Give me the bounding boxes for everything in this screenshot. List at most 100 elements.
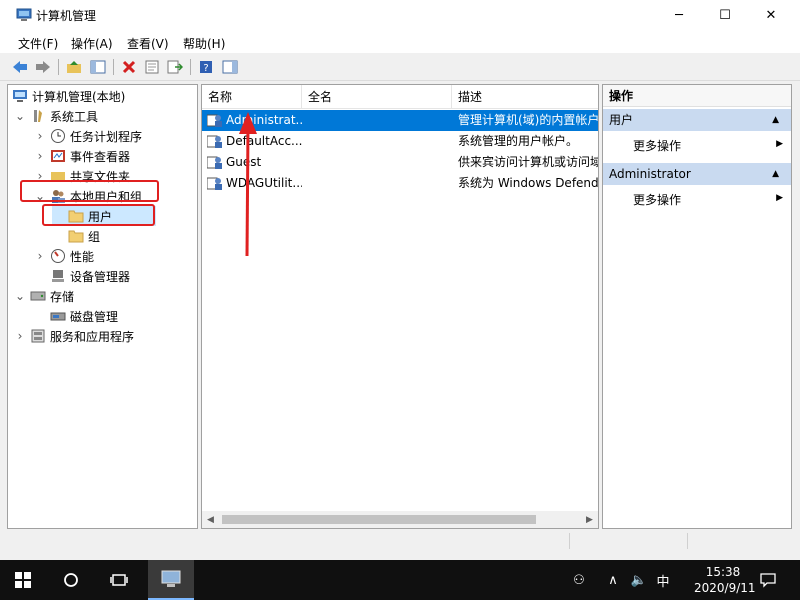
menu-action[interactable]: 操作(A): [71, 35, 113, 52]
toolbar-separator: [58, 59, 59, 75]
annotation-box-local-users-groups: [20, 180, 159, 202]
title-bar: 计算机管理 ─ ☐ ✕: [0, 0, 800, 31]
export-list-button[interactable]: [165, 57, 185, 77]
clock[interactable]: 15:38 2020/9/11: [694, 564, 756, 596]
computer-management-app-icon: [16, 8, 32, 21]
clock-time: 15:38: [705, 565, 741, 579]
menu-help[interactable]: 帮助(H): [183, 35, 225, 52]
more-actions-link[interactable]: 更多操作: [633, 137, 681, 154]
scrollbar-thumb[interactable]: [222, 515, 536, 524]
tree-item-services-apps[interactable]: › 服务和应用程序: [14, 326, 134, 346]
tree-label-device-manager: 设备管理器: [70, 269, 131, 284]
chevron-up-icon[interactable]: ∧: [602, 560, 624, 600]
cell-fullname: [307, 152, 447, 173]
cell-description: 系统管理的用户帐户。: [458, 134, 579, 148]
tree-item-root[interactable]: 计算机管理(本地): [12, 86, 125, 106]
horizontal-scrollbar[interactable]: ◀ ▶: [202, 511, 598, 528]
close-button[interactable]: ✕: [748, 0, 794, 31]
storage-icon: [30, 288, 46, 304]
tree-item-performance[interactable]: › 性能: [34, 246, 94, 266]
tree-item-device-manager[interactable]: 设备管理器: [50, 266, 130, 286]
taskbar-app-computer-management[interactable]: [148, 560, 194, 600]
list-row[interactable]: WDAGUtilit... 系统为 Windows Defend: [202, 173, 598, 194]
computer-management-screen: 计算机管理 ─ ☐ ✕ 文件(F) 操作(A) 查看(V) 帮助(H) ? 计算…: [0, 0, 800, 600]
column-header-fullname[interactable]: 全名: [302, 85, 452, 109]
disk-management-icon: [50, 308, 66, 324]
menu-file[interactable]: 文件(F): [18, 35, 58, 52]
show-hide-action-pane-button[interactable]: [220, 57, 240, 77]
delete-icon: [122, 60, 136, 74]
column-header-name[interactable]: 名称: [202, 85, 302, 109]
close-icon: ✕: [765, 8, 777, 23]
show-hide-tree-button[interactable]: [88, 57, 108, 77]
tree-item-task-scheduler[interactable]: › 任务计划程序: [34, 126, 142, 146]
notifications-button[interactable]: [746, 560, 790, 600]
help-button[interactable]: ?: [196, 57, 216, 77]
tree-label-root: 计算机管理(本地): [32, 89, 126, 104]
submenu-arrow-icon: ▶: [776, 193, 783, 203]
menu-view[interactable]: 查看(V): [127, 35, 169, 52]
actions-section-users[interactable]: 用户 ▲: [603, 109, 791, 131]
up-one-level-button[interactable]: [64, 57, 84, 77]
scroll-left-icon[interactable]: ◀: [202, 511, 219, 528]
task-view-button[interactable]: [96, 560, 142, 600]
chevron-right-icon[interactable]: ›: [34, 129, 46, 143]
search-button[interactable]: [48, 560, 94, 600]
minimize-icon: ─: [675, 8, 683, 23]
computer-management-app-icon: [161, 570, 181, 587]
forward-arrow-icon: [36, 61, 50, 73]
tree-item-system-tools[interactable]: ⌄ 系统工具: [14, 106, 98, 126]
toolbar: ?: [0, 53, 800, 81]
ime-indicator[interactable]: 中: [652, 560, 674, 600]
start-button[interactable]: [0, 560, 46, 600]
actions-title: 操作: [603, 85, 791, 107]
column-header-description[interactable]: 描述: [452, 85, 598, 109]
up-folder-icon: [67, 61, 81, 73]
status-divider: [687, 533, 688, 549]
back-button[interactable]: [10, 57, 30, 77]
chevron-down-icon[interactable]: ⌄: [14, 109, 26, 123]
window-title: 计算机管理: [36, 9, 97, 23]
forward-button[interactable]: [33, 57, 53, 77]
chevron-right-icon[interactable]: ›: [34, 249, 46, 263]
people-icon[interactable]: ⚇: [568, 560, 590, 600]
clock-icon: [50, 128, 66, 144]
tree-item-disk-management[interactable]: 磁盘管理: [50, 306, 118, 326]
annotation-arrow-icon: [239, 112, 257, 257]
chevron-down-icon[interactable]: ⌄: [14, 289, 26, 303]
volume-icon[interactable]: 🔈: [628, 560, 650, 600]
tree-label-disk-management: 磁盘管理: [70, 309, 119, 324]
more-actions-link[interactable]: 更多操作: [633, 191, 681, 208]
tree-item-storage[interactable]: ⌄ 存储: [14, 286, 74, 306]
list-row[interactable]: Administrat... 管理计算机(域)的内置帐户: [202, 110, 598, 131]
status-divider: [569, 533, 570, 549]
tree-label-task-scheduler: 任务计划程序: [70, 129, 143, 144]
properties-button[interactable]: [142, 57, 162, 77]
list-row[interactable]: Guest 供来宾访问计算机或访问域: [202, 152, 598, 173]
tree-label-services-apps: 服务和应用程序: [50, 329, 135, 344]
folder-icon: [68, 228, 84, 244]
actions-section-administrator[interactable]: Administrator ▲: [603, 163, 791, 185]
submenu-arrow-icon: ▶: [776, 139, 783, 149]
show-hide-tree-icon: [90, 60, 106, 74]
maximize-button[interactable]: ☐: [702, 0, 748, 31]
list-row[interactable]: DefaultAcc... 系统管理的用户帐户。: [202, 131, 598, 152]
collapse-up-icon[interactable]: ▲: [772, 109, 779, 131]
collapse-up-icon[interactable]: ▲: [772, 163, 779, 185]
chevron-right-icon[interactable]: ›: [34, 149, 46, 163]
cell-description: 供来宾访问计算机或访问域: [458, 155, 598, 169]
tree-label-performance: 性能: [70, 249, 95, 264]
minimize-button[interactable]: ─: [656, 0, 702, 31]
tree-label-storage: 存储: [50, 289, 75, 304]
scroll-right-icon[interactable]: ▶: [581, 511, 598, 528]
tree-item-groups[interactable]: 组: [52, 226, 100, 246]
tree-item-event-viewer[interactable]: › 事件查看器: [34, 146, 130, 166]
performance-icon: [50, 248, 66, 264]
services-icon: [30, 328, 46, 344]
chevron-right-icon[interactable]: ›: [14, 329, 26, 343]
search-circle-icon: [64, 573, 78, 587]
notification-icon: [760, 573, 776, 588]
back-arrow-icon: [13, 61, 27, 73]
windows-logo-icon: [15, 572, 31, 588]
delete-button[interactable]: [119, 57, 139, 77]
